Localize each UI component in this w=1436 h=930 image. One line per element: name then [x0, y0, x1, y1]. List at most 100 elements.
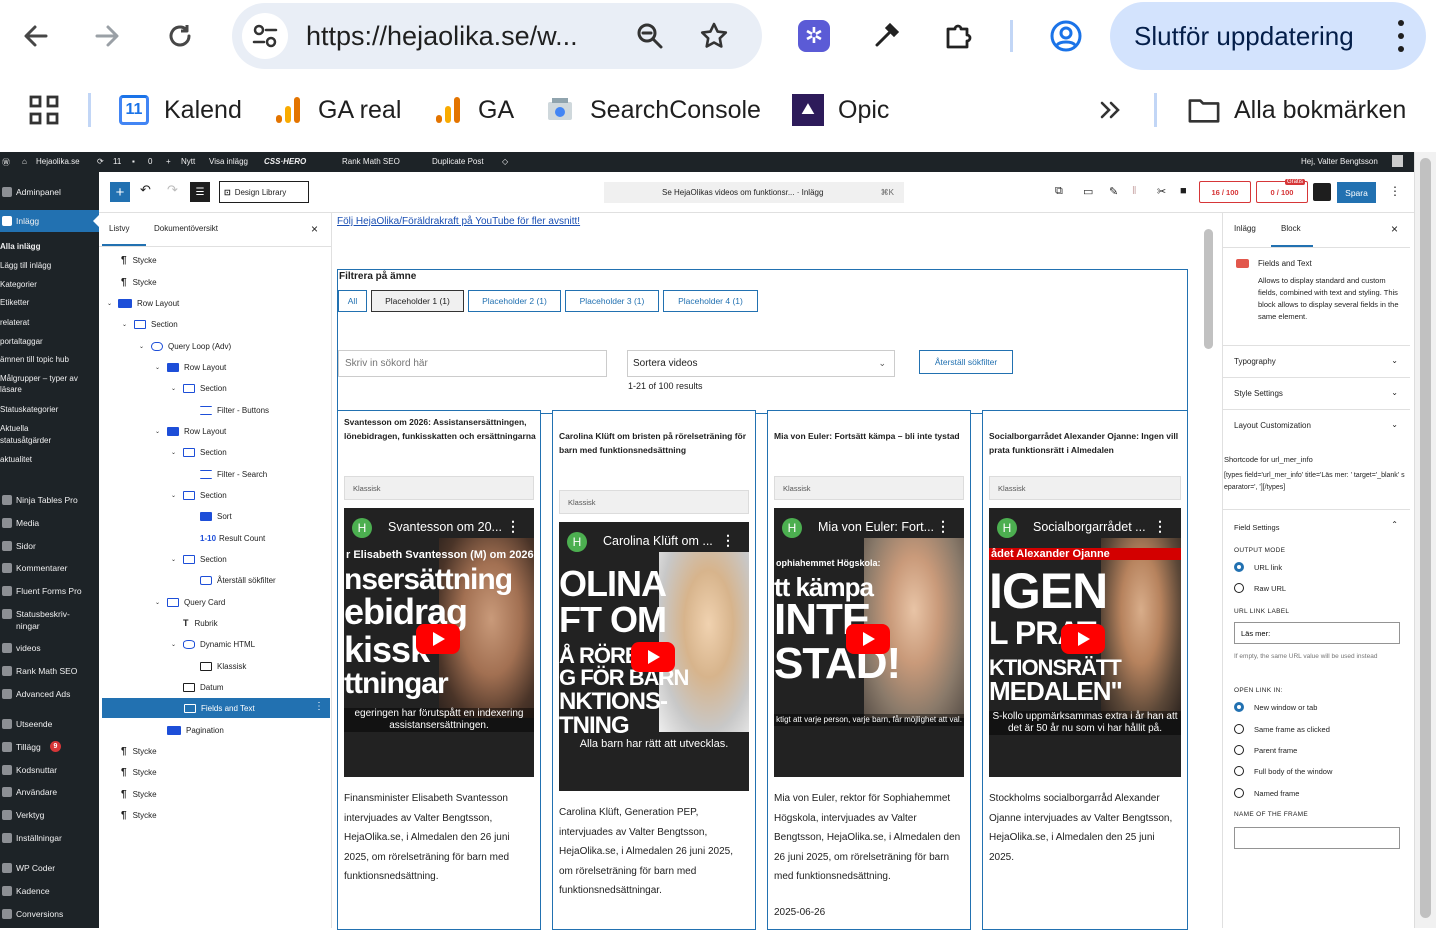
url-text[interactable]: https://hejaolika.se/w...: [306, 21, 578, 52]
chevron-down-icon[interactable]: ⌄: [1391, 356, 1398, 365]
settings-sidebar-toggle-icon[interactable]: [1313, 183, 1331, 201]
chevron-down-icon[interactable]: ⌄: [155, 424, 160, 438]
filter-section[interactable]: [337, 269, 1188, 414]
chevron-down-icon[interactable]: ⌄: [171, 445, 176, 459]
view-post-link[interactable]: Visa inlägg: [209, 157, 248, 166]
chevron-down-icon[interactable]: ⌄: [155, 595, 160, 609]
bookmark-kalend[interactable]: 11 Kalend: [118, 89, 242, 131]
list-item[interactable]: Pagination: [167, 723, 224, 737]
video-more-icon[interactable]: ⋮: [936, 518, 950, 535]
more-bookmarks-icon[interactable]: [1090, 90, 1130, 130]
scissors-icon[interactable]: ✂: [1157, 185, 1166, 198]
list-item[interactable]: Query Card: [167, 595, 225, 609]
play-button-icon[interactable]: [846, 624, 890, 654]
video-embed[interactable]: H Svantesson om 20... ⋮ r Elisabeth Svan…: [344, 508, 534, 777]
menu-dots-icon[interactable]: [1398, 20, 1404, 52]
list-item[interactable]: Section: [183, 445, 227, 459]
extension-snowflake-icon[interactable]: ✲: [794, 16, 834, 56]
list-item[interactable]: Sort: [200, 509, 232, 523]
list-item[interactable]: Row Layout: [118, 296, 179, 310]
seo-score-badge[interactable]: 16 / 100: [1199, 181, 1251, 203]
list-item[interactable]: Query Loop (Adv): [151, 339, 231, 353]
section-field-settings[interactable]: Field Settings: [1234, 523, 1279, 532]
reload-icon[interactable]: [160, 16, 200, 56]
rank-math-link[interactable]: Rank Math SEO: [342, 157, 400, 166]
shortcode-value[interactable]: [types field='url_mer_info' title='Läs m…: [1224, 470, 1408, 494]
youtube-follow-link[interactable]: Följ HejaOlika/Föräldrakraft på YouTube …: [337, 216, 580, 227]
scrollbar-thumb[interactable]: [1420, 158, 1431, 918]
bookmark-searchconsole[interactable]: SearchConsole: [544, 89, 761, 131]
list-item[interactable]: ¶ Stycke: [121, 765, 157, 779]
list-item[interactable]: Section: [134, 317, 178, 331]
radio-new-window[interactable]: [1234, 702, 1244, 712]
list-item[interactable]: Section: [183, 488, 227, 502]
forward-arrow-icon[interactable]: [87, 16, 127, 56]
list-item[interactable]: Filter - Search: [200, 467, 267, 481]
list-item[interactable]: Section: [183, 552, 227, 566]
close-icon[interactable]: ×: [311, 222, 318, 236]
list-item-selected[interactable]: Fields and Text ⋮: [102, 698, 330, 718]
external-view-icon[interactable]: ⧉: [1055, 185, 1063, 198]
list-item[interactable]: Section: [183, 381, 227, 395]
site-name-link[interactable]: Hejaolika.se: [36, 157, 80, 166]
canvas-scrollbar[interactable]: [1196, 213, 1222, 928]
radio-same-frame[interactable]: [1234, 724, 1244, 734]
address-bar[interactable]: https://hejaolika.se/w...: [232, 3, 762, 69]
document-title-bar[interactable]: Se HejaOlikas videos om funktionsr... · …: [604, 182, 904, 203]
video-embed[interactable]: H Mia von Euler: Fort... ⋮ ophiahemmet H…: [774, 508, 964, 777]
css-hero-link[interactable]: CSS·HERO: [264, 157, 306, 166]
play-button-icon[interactable]: [1061, 624, 1105, 654]
section-style-settings[interactable]: Style Settings: [1234, 389, 1283, 398]
bars-icon[interactable]: ‖: [1132, 185, 1137, 197]
play-button-icon[interactable]: [631, 642, 675, 672]
section-layout-customization[interactable]: Layout Customization: [1234, 421, 1311, 430]
list-item[interactable]: Row Layout: [167, 424, 226, 438]
video-card[interactable]: Carolina Klüft om bristen på rörelseträn…: [552, 410, 756, 930]
site-settings-icon[interactable]: [242, 13, 288, 59]
duplicate-post-link[interactable]: Duplicate Post: [432, 157, 484, 166]
url-link-label-field[interactable]: [1234, 622, 1400, 644]
chevron-down-icon[interactable]: ⌄: [107, 296, 112, 310]
sidebar-item-inlagg[interactable]: Inlägg: [0, 210, 99, 232]
chevron-down-icon[interactable]: ⌄: [1391, 420, 1398, 429]
list-item[interactable]: 1-10 Result Count: [200, 531, 265, 545]
apps-grid-icon[interactable]: [24, 90, 64, 130]
section-typography[interactable]: Typography: [1234, 357, 1276, 366]
zoom-icon[interactable]: [630, 16, 670, 56]
list-item[interactable]: Återställ sökfilter: [200, 573, 276, 587]
radio-full-body[interactable]: [1234, 766, 1244, 776]
sort-select[interactable]: Sortera videos ⌄: [627, 350, 895, 377]
bookmark-opic[interactable]: ⛰ Opic: [792, 89, 889, 131]
update-button[interactable]: Slutför uppdatering: [1110, 2, 1426, 70]
filter-button-all[interactable]: All: [338, 290, 367, 312]
reset-filter-button[interactable]: Återställ sökfilter: [919, 350, 1013, 374]
bookmark-ga[interactable]: GA: [432, 89, 514, 131]
filter-button-placeholder-2[interactable]: Placeholder 2 (1): [468, 290, 561, 312]
extensions-puzzle-icon[interactable]: [938, 16, 978, 56]
user-greeting[interactable]: Hej, Valter Bengtsson: [1301, 157, 1378, 166]
page-scrollbar[interactable]: [1414, 152, 1436, 928]
add-block-button[interactable]: +: [110, 182, 130, 202]
video-more-icon[interactable]: ⋮: [1153, 518, 1167, 535]
scrollbar-thumb[interactable]: [1204, 229, 1213, 349]
device-preview-icon[interactable]: ▭: [1083, 185, 1093, 198]
video-embed[interactable]: H Carolina Klüft om ... ⋮ OLINA FT OM Å …: [559, 522, 749, 791]
pencil-icon[interactable]: ✎: [1109, 185, 1118, 198]
list-item[interactable]: Dynamic HTML: [183, 637, 255, 651]
list-view-toggle-icon[interactable]: ☰: [190, 182, 210, 202]
chevron-down-icon[interactable]: ⌄: [171, 488, 176, 502]
tab-inlagg[interactable]: Inlägg: [1234, 224, 1256, 233]
design-library-button[interactable]: ⊡ Design Library: [219, 181, 309, 203]
search-input[interactable]: [338, 350, 607, 377]
chevron-down-icon[interactable]: ⌄: [171, 637, 176, 651]
eyedropper-icon[interactable]: [866, 16, 906, 56]
wp-logo-icon[interactable]: Ⓦ: [2, 157, 10, 168]
chevron-up-icon[interactable]: ⌃: [1391, 520, 1398, 529]
all-bookmarks[interactable]: Alla bokmärken: [1188, 89, 1406, 131]
filter-button-placeholder-4[interactable]: Placeholder 4 (1): [663, 290, 758, 312]
tab-dokumentoversikt[interactable]: Dokumentöversikt: [154, 224, 218, 233]
frame-name-field[interactable]: [1234, 827, 1400, 849]
undo-icon[interactable]: ↶: [140, 182, 151, 198]
item-options-icon[interactable]: ⋮: [314, 701, 324, 712]
video-card[interactable]: Svantesson om 2026: Assistansersättninge…: [337, 410, 541, 930]
